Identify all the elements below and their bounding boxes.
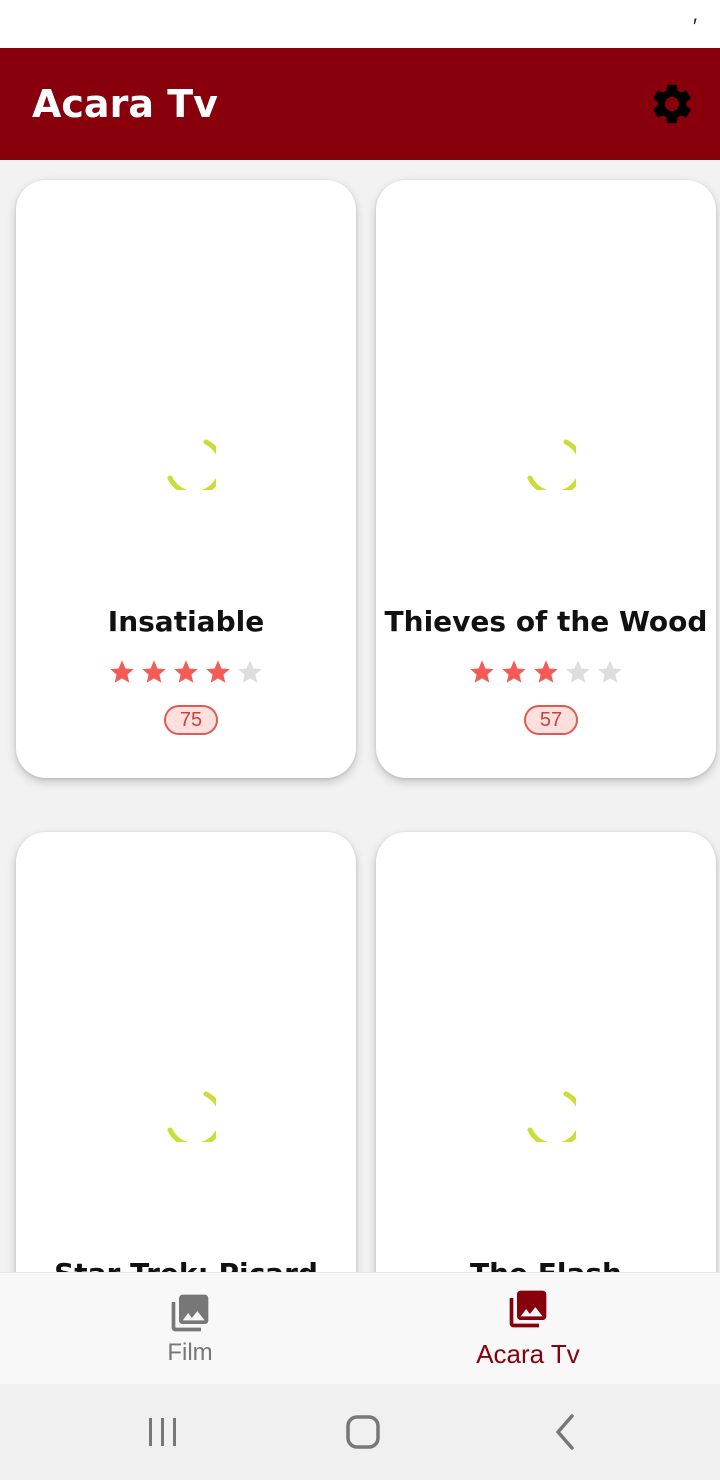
star-icon [534, 660, 558, 683]
star-icon [206, 660, 230, 683]
app-bar: Acara Tv [0, 48, 720, 160]
status-indicator: ′ [691, 14, 696, 39]
star-icon [110, 660, 134, 683]
card-title: Star Trek: Picard [16, 1257, 356, 1272]
back-button[interactable] [550, 1412, 580, 1452]
star-icon [502, 660, 526, 683]
star-rating [16, 658, 356, 686]
photo-library-icon [171, 1294, 209, 1332]
gear-icon [653, 84, 691, 124]
nav-item-acara-tv[interactable]: Acara Tv [348, 1273, 708, 1385]
star-icon [470, 660, 494, 683]
star-rating [376, 658, 716, 686]
home-button[interactable] [344, 1412, 382, 1452]
tv-card[interactable]: Insatiable 75 [16, 180, 356, 778]
star-icon [238, 660, 262, 683]
tv-card[interactable]: The Flash [376, 832, 716, 1272]
star-icon [142, 660, 166, 683]
tv-card[interactable]: Star Trek: Picard [16, 832, 356, 1272]
loading-spinner-icon [167, 439, 216, 490]
tv-card[interactable]: Thieves of the Wood 57 [376, 180, 716, 778]
nav-item-film[interactable]: Film [10, 1273, 370, 1385]
score-badge: 57 [524, 705, 578, 735]
score-badge: 75 [164, 705, 218, 735]
bottom-navigation: Film Acara Tv [0, 1272, 720, 1385]
nav-label-film: Film [167, 1339, 213, 1366]
status-bar: ′ [0, 0, 720, 48]
page-title: Acara Tv [32, 82, 218, 126]
photo-library-icon [509, 1290, 547, 1328]
star-icon [174, 660, 198, 683]
tv-grid[interactable]: Insatiable 75 Thieves of the Wood 57 Star Tr… [0, 160, 720, 1272]
star-icon [598, 660, 622, 683]
star-icon [566, 660, 590, 683]
loading-spinner-icon [167, 1091, 216, 1142]
loading-spinner-icon [527, 439, 576, 490]
recent-apps-button[interactable] [145, 1412, 181, 1452]
loading-spinner-icon [527, 1091, 576, 1142]
card-title: Insatiable [107, 605, 265, 638]
card-title: The Flash [376, 1257, 716, 1272]
settings-button[interactable] [648, 80, 696, 128]
nav-label-acara-tv: Acara Tv [476, 1339, 580, 1369]
system-navigation-bar [0, 1384, 720, 1480]
card-title: Thieves of the Wood [384, 605, 708, 638]
